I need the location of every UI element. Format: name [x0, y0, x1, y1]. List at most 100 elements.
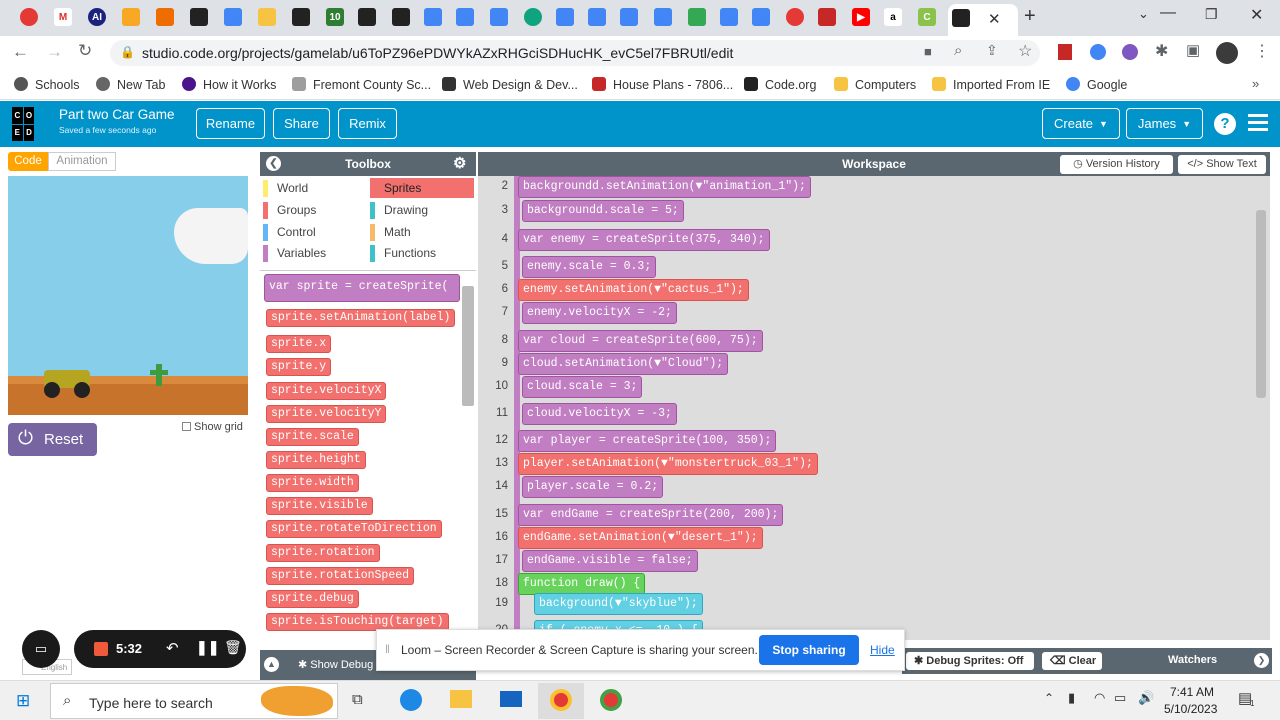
- taskbar-search[interactable]: ⌕ Type here to search: [50, 683, 338, 719]
- project-title[interactable]: Part two Car Game: [59, 107, 175, 122]
- task-view-icon[interactable]: ⧉: [352, 691, 363, 708]
- codeorg-tab-icon[interactable]: [358, 8, 376, 26]
- docs9-tab-icon[interactable]: [720, 8, 738, 26]
- share-icon[interactable]: ⇪: [986, 42, 998, 59]
- ai-tab-icon[interactable]: AI: [88, 8, 106, 26]
- profile-avatar[interactable]: [1216, 42, 1238, 64]
- docs6-tab-icon[interactable]: [588, 8, 606, 26]
- remix-button[interactable]: Remix: [338, 108, 397, 139]
- toolbox-block[interactable]: sprite.height: [266, 451, 366, 469]
- amazon-tab-icon[interactable]: a: [884, 8, 902, 26]
- bookmark-codeorg[interactable]: Code.org: [744, 77, 816, 92]
- code-block[interactable]: enemy.setAnimation(▼"cactus_1");: [518, 279, 749, 301]
- block-workspace[interactable]: 2 backgroundd.setAnimation(▼"animation_1"…: [478, 176, 1270, 640]
- close-tab-icon[interactable]: ✕: [988, 10, 1001, 28]
- help-icon[interactable]: ?: [1214, 113, 1236, 135]
- url-field[interactable]: 🔒 studio.code.org/projects/gamelab/u6ToP…: [110, 40, 1040, 66]
- toolbox-scrollbar[interactable]: [462, 286, 474, 406]
- toolbox-block[interactable]: sprite.setAnimation(label): [266, 309, 456, 327]
- docs2-tab-icon[interactable]: [424, 8, 442, 26]
- code-tab[interactable]: Code: [8, 152, 48, 171]
- docs-tab-icon[interactable]: [224, 8, 242, 26]
- codeorg-logo[interactable]: CO ED: [12, 107, 46, 141]
- workspace-scrollbar[interactable]: [1256, 210, 1266, 398]
- code-block[interactable]: enemy.velocityX = -2;: [522, 302, 677, 324]
- restore-icon[interactable]: ❐: [1205, 6, 1218, 23]
- stop-record-icon[interactable]: [94, 642, 108, 656]
- file-explorer-icon[interactable]: [450, 690, 472, 708]
- bookmark-new-tab[interactable]: New Tab: [96, 77, 165, 92]
- ext-red-icon[interactable]: [1058, 44, 1072, 60]
- c-tab-icon[interactable]: C: [918, 8, 936, 26]
- toolbox-block[interactable]: sprite.scale: [266, 428, 359, 446]
- toolbox-block[interactable]: sprite.rotation: [266, 544, 380, 562]
- sidepanel-icon[interactable]: ▣: [1186, 41, 1200, 59]
- pause-icon[interactable]: ❚❚: [196, 639, 219, 656]
- code-block[interactable]: cloud.setAnimation(▼"Cloud");: [518, 353, 729, 375]
- docs4-tab-icon[interactable]: [490, 8, 508, 26]
- checkbox-icon[interactable]: [182, 422, 191, 431]
- clock-time[interactable]: 7:41 AM: [1170, 685, 1214, 699]
- toolbox-block[interactable]: sprite.debug: [266, 590, 359, 608]
- menu-kebab-icon[interactable]: ⋮: [1254, 41, 1270, 61]
- hide-link[interactable]: Hide: [870, 643, 895, 657]
- extensions-icon[interactable]: ✱: [1155, 41, 1168, 61]
- tab-search-icon[interactable]: ⌄: [1138, 6, 1149, 22]
- box-tab-icon[interactable]: [122, 8, 140, 26]
- toolbox-block[interactable]: sprite.width: [266, 474, 359, 492]
- tray-up-icon[interactable]: ⌃: [1044, 691, 1054, 705]
- docs10-tab-icon[interactable]: [752, 8, 770, 26]
- bookmark-computers[interactable]: Computers: [834, 77, 916, 92]
- stop-sharing-button[interactable]: Stop sharing: [759, 635, 859, 665]
- show-grid-toggle[interactable]: Show grid: [182, 421, 243, 433]
- code-block[interactable]: background(▼"skyblue");: [534, 593, 703, 615]
- category-variables[interactable]: Variables: [263, 243, 363, 263]
- recorder-camera-button[interactable]: ▭: [22, 630, 60, 668]
- bookmark-google[interactable]: Google: [1066, 77, 1127, 92]
- hamburger-menu-icon[interactable]: [1248, 114, 1268, 131]
- shield-tab-icon[interactable]: [190, 8, 208, 26]
- mail-icon[interactable]: [500, 691, 522, 707]
- back-icon[interactable]: ←: [12, 42, 29, 62]
- ten-tab-icon[interactable]: 10: [326, 8, 344, 26]
- window-close-icon[interactable]: ✕: [1250, 5, 1263, 25]
- category-math[interactable]: Math: [370, 222, 474, 242]
- bookmark-house-plans[interactable]: House Plans - 7806...: [592, 77, 733, 92]
- battery-icon[interactable]: ▭: [1114, 690, 1126, 706]
- gear-icon[interactable]: ⚙: [453, 152, 466, 176]
- drag-handle-icon[interactable]: ‖: [385, 642, 390, 656]
- debug-sprites-button[interactable]: ✱ Debug Sprites: Off: [906, 652, 1034, 670]
- drive-tab-icon[interactable]: [688, 8, 706, 26]
- bookmark-imported[interactable]: Imported From IE: [932, 77, 1050, 92]
- category-world[interactable]: World: [263, 178, 363, 198]
- toolbox-block[interactable]: sprite.velocityX: [266, 382, 387, 400]
- windows-start-icon[interactable]: ⊞: [16, 691, 30, 711]
- pdf-tab-icon[interactable]: [818, 8, 836, 26]
- animation-tab[interactable]: Animation: [48, 152, 116, 171]
- version-history-button[interactable]: ◷ Version History: [1060, 155, 1173, 174]
- reset-button[interactable]: ⏻ Reset: [8, 423, 97, 456]
- code-block[interactable]: var player = createSprite(100, 350);: [518, 430, 777, 452]
- ext-flower-icon[interactable]: [1122, 44, 1138, 60]
- code-block[interactable]: var cloud = createSprite(600, 75);: [518, 330, 763, 352]
- clock-date[interactable]: 5/10/2023: [1164, 702, 1217, 716]
- code-block[interactable]: enemy.scale = 0.3;: [522, 256, 657, 278]
- bookmark-web-design[interactable]: Web Design & Dev...: [442, 77, 578, 92]
- wifi-icon[interactable]: ◠: [1094, 690, 1105, 706]
- camera-icon[interactable]: ■: [924, 44, 932, 59]
- record-tab-icon[interactable]: [20, 8, 38, 26]
- clear-button[interactable]: ⌫ Clear: [1042, 652, 1102, 670]
- code-block[interactable]: var enemy = createSprite(375, 340);: [518, 229, 770, 251]
- trash-icon[interactable]: 🗑: [224, 639, 242, 656]
- new-tab-icon[interactable]: +: [1024, 5, 1036, 28]
- category-functions[interactable]: Functions: [370, 243, 474, 263]
- bookmark-schools[interactable]: Schools: [14, 77, 79, 92]
- circle-tab-icon[interactable]: [786, 8, 804, 26]
- toolbox-block[interactable]: sprite.velocityY: [266, 405, 387, 423]
- bookmark-how-it-works[interactable]: How it Works: [182, 77, 276, 92]
- docs7-tab-icon[interactable]: [620, 8, 638, 26]
- create-menu-button[interactable]: Create ▼: [1042, 108, 1120, 139]
- bookmark-fremont[interactable]: Fremont County Sc...: [292, 77, 431, 92]
- code-block[interactable]: player.scale = 0.2;: [522, 476, 664, 498]
- chatgpt-tab-icon[interactable]: [524, 8, 542, 26]
